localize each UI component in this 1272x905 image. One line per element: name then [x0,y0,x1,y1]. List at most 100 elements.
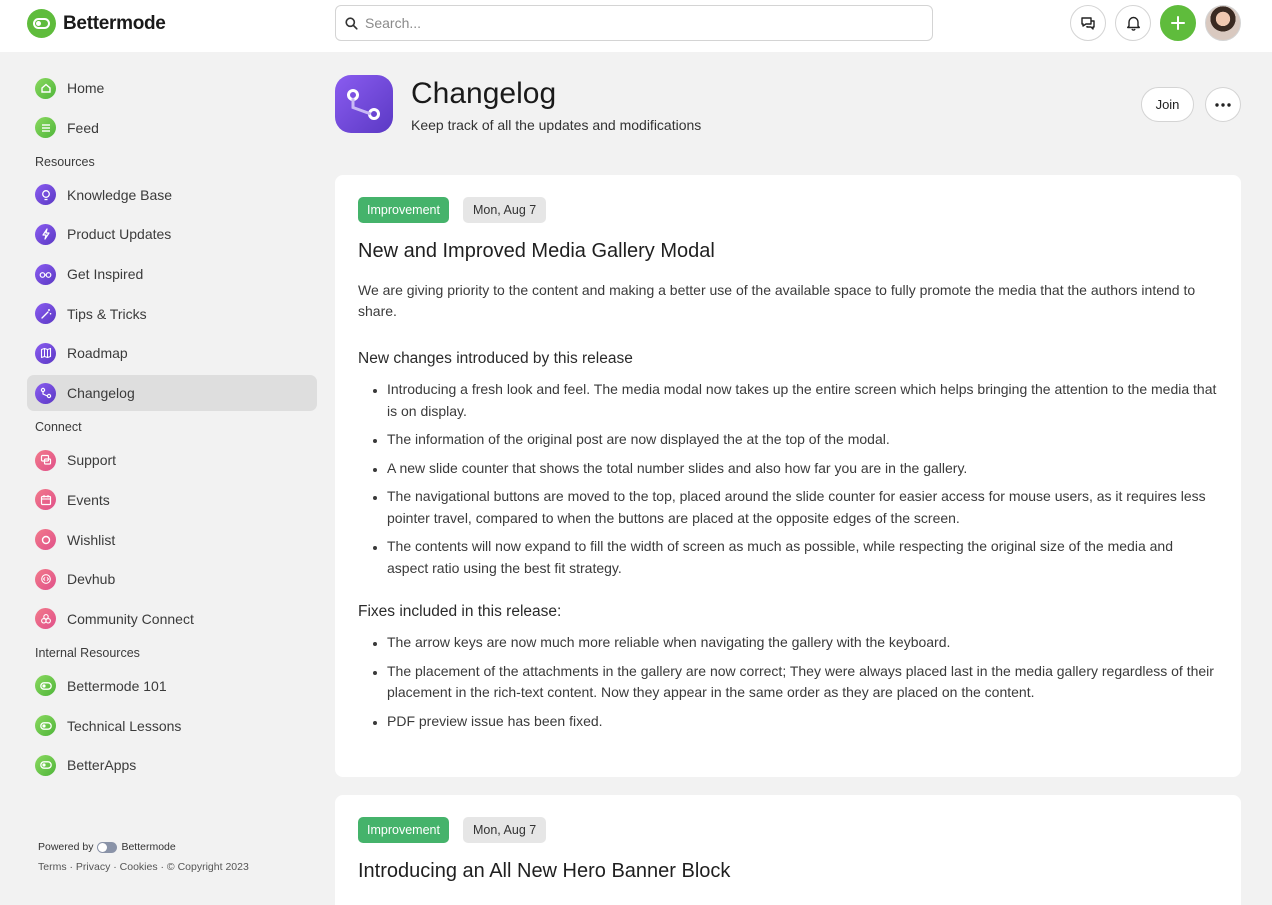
sidebar-item-label: Events [67,491,110,508]
sidebar-item-technical-lessons[interactable]: Technical Lessons [27,708,317,744]
bell-icon [1126,16,1140,31]
sidebar-item-tips-tricks[interactable]: Tips & Tricks [27,296,317,332]
user-avatar[interactable] [1205,5,1241,41]
messages-button[interactable] [1070,5,1106,41]
sidebar-item-events[interactable]: Events [27,482,317,518]
calendar-icon [35,489,56,511]
list-item: A new slide counter that shows the total… [387,458,1218,480]
sidebar-item-label: Community Connect [67,610,194,627]
more-horizontal-icon [1215,102,1231,107]
map-icon [35,342,56,364]
powered-by-label: Powered by [38,841,94,853]
list-item: The placement of the attachments in the … [387,661,1218,704]
post-card[interactable]: Improvement Mon, Aug 7 New and Improved … [335,175,1241,777]
page-title: Changelog [411,77,557,110]
lightning-icon [35,223,56,245]
sidebar-item-betterapps[interactable]: BetterApps [27,747,317,783]
list-icon [35,117,56,139]
code-icon [35,568,56,590]
git-branch-icon [35,382,56,404]
sidebar-item-label: Wishlist [67,531,116,548]
bettermode-icon [35,675,56,697]
messages-icon [1081,17,1095,30]
space-icon [335,75,393,133]
search-input[interactable] [365,15,905,31]
sidebar-item-home[interactable]: Home [27,70,317,106]
sidebar-item-roadmap[interactable]: Roadmap [27,335,317,371]
sidebar-item-support[interactable]: Support [27,442,317,478]
powered-by-brand: Bettermode [121,841,176,853]
list-item: The information of the original post are… [387,429,1218,451]
more-options-button[interactable] [1205,87,1241,122]
git-branch-icon [347,89,380,120]
sidebar-item-devhub[interactable]: Devhub [27,561,317,597]
post-date-badge: Mon, Aug 7 [462,197,547,223]
sidebar-item-label: Product Updates [67,226,172,243]
post-title[interactable]: Introducing an All New Hero Banner Block [358,860,1218,883]
post-tag-badge[interactable]: Improvement [358,197,449,223]
post-tags: Improvement Mon, Aug 7 [358,817,1218,843]
sidebar-item-label: Knowledge Base [67,186,173,203]
top-actions [1070,5,1241,41]
sidebar-item-label: Get Inspired [67,266,144,283]
sidebar-item-product-updates[interactable]: Product Updates [27,216,317,252]
sidebar-item-label: Roadmap [67,345,128,362]
sidebar-item-knowledge-base[interactable]: Knowledge Base [27,177,317,213]
post-section-heading: Fixes included in this release: [358,603,562,620]
sidebar-item-label: Support [67,452,117,469]
list-item: PDF preview issue has been fixed. [387,711,1218,733]
sidebar-item-label: Devhub [67,571,116,588]
list-item: The navigational buttons are moved to th… [387,486,1218,529]
search-icon [345,16,358,30]
sidebar-section-title: Connect [35,420,82,435]
glasses-icon [35,263,56,285]
list-item: The contents will now expand to fill the… [387,536,1218,579]
post-section-heading: New changes introduced by this release [358,350,633,367]
post-tag-badge[interactable]: Improvement [358,817,449,843]
post-title[interactable]: New and Improved Media Gallery Modal [358,240,1218,263]
lightbulb-icon [35,184,56,206]
plus-icon [1171,16,1185,30]
post-date-badge: Mon, Aug 7 [462,817,547,843]
sidebar-item-changelog[interactable]: Changelog [27,375,317,412]
post-tags: Improvement Mon, Aug 7 [358,197,1218,223]
brand-logo[interactable]: Bettermode [27,9,166,38]
circle-icon [35,529,56,550]
notifications-button[interactable] [1115,5,1151,41]
top-bar: Bettermode [0,0,1272,52]
sidebar-item-label: Bettermode 101 [67,677,167,694]
sidebar-item-community-connect[interactable]: Community Connect [27,601,317,637]
post-card[interactable]: Improvement Mon, Aug 7 Introducing an Al… [335,795,1241,905]
sidebar-item-get-inspired[interactable]: Get Inspired [27,256,317,292]
bettermode-toggle-icon [97,841,118,853]
community-icon [35,608,56,630]
post-list-changes: Introducing a fresh look and feel. The m… [358,379,1218,579]
search-bar[interactable] [335,5,933,41]
join-button[interactable]: Join [1141,87,1194,122]
post-list-fixes: The arrow keys are now much more reliabl… [358,632,1218,732]
sidebar-item-label: Changelog [67,385,135,402]
footer-links[interactable]: Terms · Privacy · Cookies · © Copyright … [38,861,249,873]
sidebar-item-wishlist[interactable]: Wishlist [27,522,317,558]
sidebar-section-title: Resources [35,154,95,169]
bettermode-icon [35,754,56,776]
home-icon [35,77,56,99]
list-item: Introducing a fresh look and feel. The m… [387,379,1218,422]
sidebar-item-label: BetterApps [67,757,137,774]
brand-name: Bettermode [63,12,166,34]
bettermode-logo-icon [27,9,56,38]
sidebar-item-bettermode-101[interactable]: Bettermode 101 [27,668,317,704]
create-button[interactable] [1160,5,1196,41]
powered-by[interactable]: Powered by Bettermode [38,841,176,853]
chat-icon [35,449,56,471]
sidebar: Home Feed Resources Knowledge Base Produ… [27,70,317,787]
post-intro: We are giving priority to the content an… [358,282,1196,319]
sidebar-item-label: Feed [67,119,99,136]
page-subtitle: Keep track of all the updates and modifi… [411,117,702,133]
list-item: The arrow keys are now much more reliabl… [387,632,1218,654]
wand-icon [35,303,56,325]
sidebar-section-title: Internal Resources [35,645,140,660]
sidebar-item-feed[interactable]: Feed [27,110,317,146]
sidebar-item-label: Tips & Tricks [67,305,147,322]
sidebar-item-label: Technical Lessons [67,717,182,734]
